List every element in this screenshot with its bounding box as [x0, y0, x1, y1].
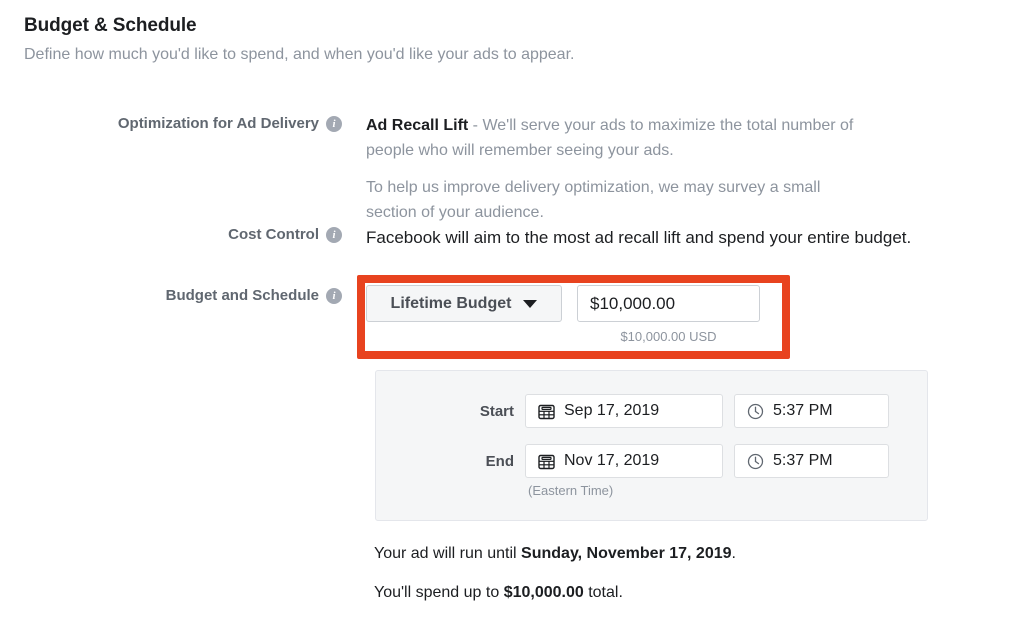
calendar-icon: [538, 453, 555, 470]
summary-spend-suffix: total.: [584, 584, 623, 601]
budget-and-schedule-row: Budget and Schedule i Lifetime Budget $1…: [70, 285, 760, 344]
optimization-for-ad-delivery-row: Optimization for Ad Delivery i Ad Recall…: [70, 113, 866, 225]
clock-icon: [747, 403, 764, 420]
start-date-value: Sep 17, 2019: [564, 402, 659, 420]
schedule-panel: Start Sep 17, 2019 5:37 PM End: [375, 370, 928, 521]
summary-run-suffix: .: [732, 545, 736, 562]
cost-control-content: Facebook will aim to the most ad recall …: [350, 224, 956, 252]
budget-amount-wrap: $10,000.00 USD: [577, 285, 760, 344]
info-icon[interactable]: i: [326, 116, 342, 132]
optimization-label: Optimization for Ad Delivery i: [70, 113, 350, 135]
summary-run-until: Your ad will run until Sunday, November …: [374, 543, 736, 565]
clock-icon: [747, 453, 764, 470]
summary-spend-prefix: You'll spend up to: [374, 584, 504, 601]
start-date-field[interactable]: Sep 17, 2019: [525, 394, 723, 428]
summary-run-line: Your ad will run until Sunday, November …: [374, 543, 736, 565]
calendar-icon: [538, 403, 555, 420]
optimization-survey-note: To help us improve delivery optimization…: [366, 175, 856, 225]
budget-type-dropdown[interactable]: Lifetime Budget: [366, 285, 562, 322]
cost-control-label: Cost Control i: [70, 224, 350, 246]
page-title: Budget & Schedule: [24, 14, 984, 38]
schedule-end-row: End Nov 17, 2019 5:37 PM: [444, 444, 889, 478]
optimization-label-text: Optimization for Ad Delivery: [118, 113, 319, 135]
cost-control-label-text: Cost Control: [228, 224, 319, 246]
end-date-field[interactable]: Nov 17, 2019: [525, 444, 723, 478]
budget-content: Lifetime Budget $10,000.00 USD: [350, 285, 760, 344]
cost-control-row: Cost Control i Facebook will aim to the …: [70, 224, 956, 252]
section-header: Budget & Schedule Define how much you'd …: [24, 14, 984, 66]
optimization-value: Ad Recall Lift: [366, 117, 468, 134]
budget-and-schedule-label-text: Budget and Schedule: [166, 285, 319, 307]
start-time-value: 5:37 PM: [773, 402, 833, 420]
cost-control-text: Facebook will aim to the most ad recall …: [366, 224, 956, 252]
timezone-note: (Eastern Time): [528, 483, 613, 498]
summary-run-date: Sunday, November 17, 2019: [521, 545, 731, 562]
summary-spend-total: You'll spend up to $10,000.00 total.: [374, 582, 623, 604]
budget-amount-helper: $10,000.00 USD: [577, 329, 760, 344]
start-time-field[interactable]: 5:37 PM: [734, 394, 889, 428]
budget-controls: Lifetime Budget $10,000.00 USD: [366, 285, 760, 344]
end-label: End: [444, 453, 514, 470]
summary-run-prefix: Your ad will run until: [374, 545, 521, 562]
end-time-field[interactable]: 5:37 PM: [734, 444, 889, 478]
budget-and-schedule-label: Budget and Schedule i: [70, 285, 350, 307]
chevron-down-icon: [523, 300, 537, 308]
summary-spend-amount: $10,000.00: [504, 584, 584, 601]
info-icon[interactable]: i: [326, 288, 342, 304]
optimization-description: Ad Recall Lift - We'll serve your ads to…: [366, 113, 866, 163]
summary-spend-line: You'll spend up to $10,000.00 total.: [374, 582, 623, 604]
start-label: Start: [444, 403, 514, 420]
page-subtitle: Define how much you'd like to spend, and…: [24, 44, 984, 66]
optimization-content: Ad Recall Lift - We'll serve your ads to…: [350, 113, 866, 225]
info-icon[interactable]: i: [326, 227, 342, 243]
budget-amount-input[interactable]: [577, 285, 760, 322]
end-date-value: Nov 17, 2019: [564, 452, 659, 470]
schedule-start-row: Start Sep 17, 2019 5:37 PM: [444, 394, 889, 428]
budget-type-value: Lifetime Budget: [391, 295, 512, 313]
end-time-value: 5:37 PM: [773, 452, 833, 470]
